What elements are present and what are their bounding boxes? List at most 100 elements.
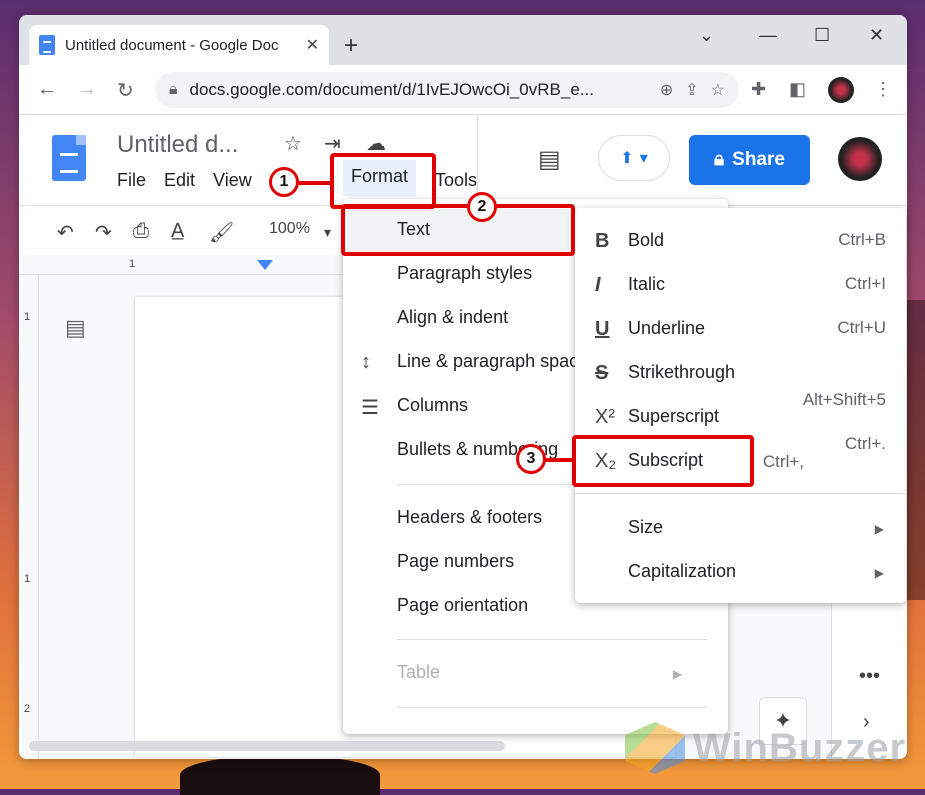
format-menu-table: Table [397, 662, 441, 682]
comment-history-icon[interactable]: ▤ [538, 145, 561, 174]
format-menu-headers-footers[interactable]: Headers & footers [397, 507, 542, 528]
share-page-icon[interactable]: ⇪ [685, 80, 698, 100]
browser-tab[interactable]: Untitled document - Google Doc ✕ [29, 25, 329, 65]
format-menu-page-orientation[interactable]: Page orientation [397, 595, 528, 616]
bold-icon: B [595, 230, 610, 252]
format-menu-columns[interactable]: Columns [397, 395, 468, 416]
italic-icon: I [595, 274, 601, 296]
docs-logo-icon[interactable] [52, 135, 86, 181]
tab-title: Untitled document - Google Doc [65, 36, 279, 54]
shortcut-superscript: Ctrl+. [844, 434, 886, 453]
shortcut-italic: Ctrl+I [844, 274, 886, 293]
format-menu-paragraph-styles[interactable]: Paragraph styles [397, 263, 532, 284]
strikethrough-icon: S [595, 362, 609, 384]
underline-icon: U [595, 318, 610, 340]
text-menu-capitalization[interactable]: Capitalization [628, 561, 736, 582]
menu-divider [575, 493, 906, 494]
share-label: Share [732, 149, 785, 170]
indent-marker[interactable] [257, 260, 273, 270]
menu-view[interactable]: View [213, 170, 252, 191]
format-menu-page-numbers[interactable]: Page numbers [397, 551, 514, 572]
document-outline-icon[interactable]: ▤ [65, 315, 86, 341]
zoom-dropdown-icon[interactable]: ▾ [324, 224, 331, 241]
background-palm [180, 755, 380, 795]
highlight-subscript [572, 435, 754, 487]
ruler-number: 1 [129, 258, 136, 270]
star-icon[interactable]: ☆ [284, 131, 302, 156]
winbuzzer-logo-icon [625, 722, 685, 774]
shortcut-bold: Ctrl+B [838, 230, 886, 249]
submenu-arrow-icon: ▶ [673, 667, 683, 681]
dropdown-arrow-icon: ▾ [639, 150, 648, 167]
format-menu-bullets[interactable]: Bullets & numbering [397, 439, 575, 460]
shortcut-subscript: Ctrl+, [762, 452, 804, 471]
spellcheck-icon[interactable]: A̲ [171, 220, 184, 243]
present-button[interactable]: ⬆ ▾ [598, 135, 670, 181]
new-tab-button[interactable]: + [344, 32, 358, 60]
vertical-ruler: 1 1 2 [19, 275, 39, 759]
close-tab-icon[interactable]: ✕ [306, 35, 319, 55]
tab-search-icon[interactable]: ⌄ [699, 25, 714, 46]
text-submenu: B Bold Ctrl+B I Italic Ctrl+I U Underlin… [575, 208, 906, 603]
close-window-icon[interactable]: ✕ [869, 25, 884, 46]
text-menu-strikethrough[interactable]: Strikethrough [628, 362, 735, 383]
step-badge-1: 1 [269, 167, 299, 197]
header-actions: ▤ ⬆ ▾ 🔒︎ Share [477, 115, 907, 205]
text-menu-size[interactable]: Size [628, 517, 663, 538]
reload-icon[interactable]: ↻ [117, 78, 134, 103]
highlight-format [330, 153, 436, 209]
lock-share-icon: 🔒︎ [714, 149, 725, 170]
extensions-icon[interactable]: ✚ [751, 79, 766, 100]
watermark-text: WinBuzzer [693, 725, 907, 770]
menu-divider [397, 639, 707, 640]
print-icon[interactable]: ⎙ [133, 220, 149, 243]
title-bar: Untitled document - Google Doc ✕ + ⌄ — ☐… [19, 15, 907, 65]
minimize-icon[interactable]: — [759, 25, 777, 46]
undo-icon[interactable]: ↶ [57, 220, 74, 245]
chrome-menu-icon[interactable]: ⋮ [874, 79, 892, 100]
menu-edit[interactable]: Edit [164, 170, 195, 191]
watermark: WinBuzzer [625, 722, 906, 774]
present-icon: ⬆ [620, 150, 634, 167]
back-icon[interactable]: ← [37, 78, 57, 101]
omnibox[interactable]: 🔒︎ docs.google.com/document/d/1IvEJOwcOi… [155, 72, 739, 108]
address-bar: ← → ↻ 🔒︎ docs.google.com/document/d/1IvE… [19, 65, 907, 115]
zoom-select[interactable]: 100% [269, 220, 310, 238]
side-panel-icon[interactable]: ◧ [789, 79, 806, 100]
format-menu-line-spacing[interactable]: Line & paragraph spacing [397, 351, 577, 372]
redo-icon[interactable]: ↷ [95, 220, 112, 245]
doc-title[interactable]: Untitled d... [117, 131, 238, 159]
line-spacing-icon: ↕ [361, 351, 371, 373]
submenu-arrow-icon: ▶ [874, 522, 884, 536]
text-menu-superscript[interactable]: Superscript [628, 406, 719, 427]
forward-icon[interactable]: → [77, 78, 97, 101]
url-text[interactable]: docs.google.com/document/d/1IvEJOwcOi_0v… [190, 80, 648, 100]
account-avatar[interactable] [838, 137, 882, 181]
paint-format-icon[interactable]: 🖌︎ [209, 220, 234, 245]
zoom-icon[interactable]: ⊕ [660, 80, 673, 100]
arrow-step1 [296, 181, 332, 185]
menu-tools[interactable]: Tools [435, 170, 477, 191]
bookmark-star-icon[interactable]: ☆ [711, 80, 725, 100]
step-badge-2: 2 [467, 192, 497, 222]
highlight-text [341, 204, 575, 256]
menu-bar: File Edit View [117, 170, 252, 191]
more-icon[interactable]: ••• [859, 665, 880, 688]
vruler-number: 1 [24, 573, 31, 585]
superscript-icon: X² [595, 406, 615, 428]
vruler-number: 2 [24, 703, 31, 715]
maximize-icon[interactable]: ☐ [814, 25, 830, 46]
share-button[interactable]: 🔒︎ Share [689, 135, 810, 185]
horizontal-scrollbar[interactable] [29, 741, 505, 751]
text-menu-underline[interactable]: Underline [628, 318, 705, 339]
step-badge-3: 3 [516, 444, 546, 474]
shortcut-underline: Ctrl+U [837, 318, 886, 337]
text-menu-bold[interactable]: Bold [628, 230, 664, 251]
format-menu-align-indent[interactable]: Align & indent [397, 307, 508, 328]
profile-avatar[interactable] [828, 77, 854, 103]
lock-icon: 🔒︎ [169, 81, 178, 98]
shortcut-strikethrough: Alt+Shift+5 [802, 390, 886, 409]
docs-tab-icon [39, 35, 55, 55]
text-menu-italic[interactable]: Italic [628, 274, 665, 295]
menu-file[interactable]: File [117, 170, 146, 191]
